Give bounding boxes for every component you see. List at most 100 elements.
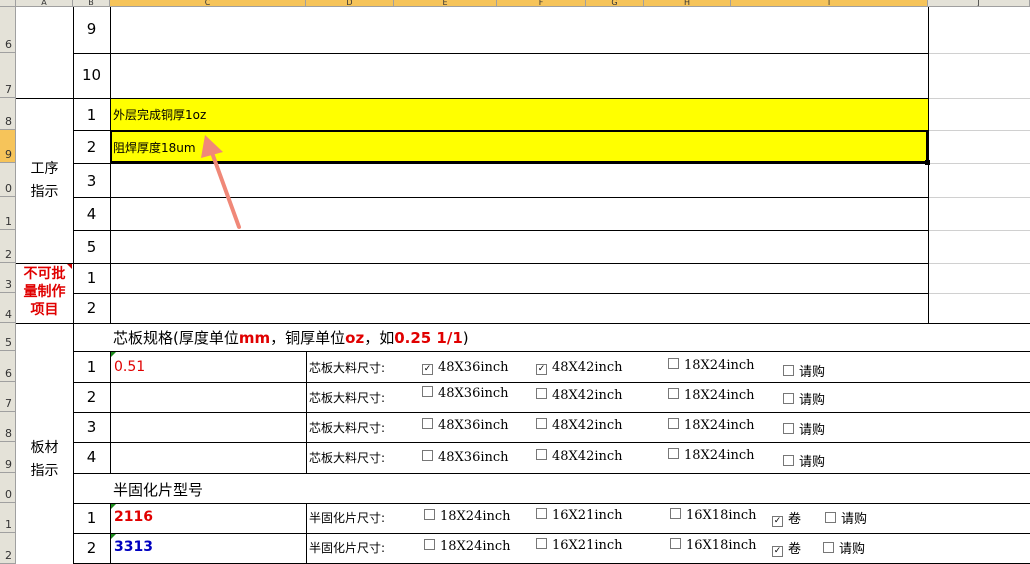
checkbox-icon[interactable] (825, 512, 836, 523)
core-size-label: 芯板大料尺寸: (309, 451, 386, 465)
row-header[interactable]: 0 (0, 473, 16, 503)
process-instruction-1[interactable]: 外层完成铜厚1oz (113, 106, 206, 123)
process-instruction-2[interactable]: 阻焊厚度18um (113, 139, 196, 156)
prepreg-type-value[interactable]: 3313 (114, 539, 153, 555)
checkbox-icon[interactable] (536, 508, 547, 519)
row-header[interactable]: 5 (0, 323, 16, 351)
row-header[interactable]: 3 (0, 263, 16, 293)
row-header[interactable]: 4 (0, 293, 16, 323)
row-number: 1 (86, 358, 97, 376)
row-header[interactable]: 8 (0, 98, 16, 130)
checkbox-48x36[interactable]: 48X36inch (422, 450, 509, 465)
row-header[interactable]: 2 (0, 533, 16, 564)
checkbox-icon[interactable] (783, 393, 794, 404)
checkbox-icon[interactable] (668, 418, 679, 429)
core-size-label: 芯板大料尺寸: (309, 391, 386, 405)
checkbox-icon[interactable] (668, 388, 679, 399)
checkbox-icon[interactable]: ✓ (772, 516, 783, 527)
checkbox-18x24[interactable]: 18X24inch (424, 539, 511, 554)
checkbox-icon[interactable] (536, 538, 547, 549)
checkbox-icon[interactable] (668, 358, 679, 369)
checkbox-icon[interactable] (422, 418, 433, 429)
checkbox-icon[interactable] (670, 538, 681, 549)
checkbox-icon[interactable] (783, 423, 794, 434)
checkbox-icon[interactable] (424, 509, 435, 520)
row-header[interactable]: 1 (0, 503, 16, 533)
core-thickness-value[interactable]: 0.51 (114, 359, 145, 375)
checkbox-purchase[interactable]: 请购 (783, 361, 825, 380)
checkbox-16x18[interactable]: 16X18inch (670, 538, 757, 553)
row-number: 1 (86, 269, 97, 287)
col-header-I[interactable]: I (731, 0, 928, 7)
col-header-D[interactable]: D (306, 0, 394, 7)
comment-indicator[interactable] (67, 264, 72, 269)
checkbox-48x36[interactable]: 48X36inch (422, 386, 509, 401)
checkbox-18x24[interactable]: 18X24inch (668, 448, 755, 463)
checkbox-purchase[interactable]: 请购 (783, 389, 825, 408)
checkbox-48x42[interactable]: 48X42inch (536, 418, 623, 433)
checkbox-icon[interactable] (668, 448, 679, 459)
row-number: 2 (86, 539, 97, 557)
checkbox-48x42[interactable]: 48X42inch (536, 388, 623, 403)
row-header[interactable]: 0 (0, 163, 16, 197)
border (73, 442, 1030, 443)
border (306, 351, 307, 473)
checkbox-icon[interactable] (424, 539, 435, 550)
board-section-label: 板材 指示 (30, 440, 59, 479)
col-header-A[interactable]: A (16, 0, 73, 7)
col-header-C[interactable]: C (110, 0, 306, 7)
checkbox-icon[interactable]: ✓ (422, 364, 433, 375)
col-header-E[interactable]: E (394, 0, 497, 7)
checkbox-18x24[interactable]: 18X24inch (668, 418, 755, 433)
row-number: 2 (86, 388, 97, 406)
checkbox-18x24[interactable]: 18X24inch (424, 509, 511, 524)
row-header[interactable]: 6 (0, 351, 16, 382)
checkbox-icon[interactable]: ✓ (772, 546, 783, 557)
checkbox-16x21[interactable]: 16X21inch (536, 508, 623, 523)
row-header[interactable]: 1 (0, 197, 16, 230)
row-header[interactable]: 2 (0, 230, 16, 263)
checkbox-icon[interactable] (536, 418, 547, 429)
checkbox-purchase[interactable]: 请购 (823, 538, 865, 557)
checkbox-icon[interactable] (670, 508, 681, 519)
row-header[interactable]: 9 (0, 130, 16, 163)
checkbox-icon[interactable] (536, 449, 547, 460)
checkbox-roll[interactable]: ✓ 卷 (772, 538, 801, 557)
checkbox-icon[interactable] (783, 455, 794, 466)
row-header[interactable]: 8 (0, 412, 16, 442)
row-header[interactable]: 9 (0, 442, 16, 473)
checkbox-icon[interactable] (783, 365, 794, 376)
checkbox-18x24[interactable]: 18X24inch (668, 358, 755, 373)
checkbox-48x36[interactable]: ✓ 48X36inch (422, 360, 509, 375)
checkbox-18x24[interactable]: 18X24inch (668, 388, 755, 403)
checkbox-16x18[interactable]: 16X18inch (670, 508, 757, 523)
row-number: 10 (81, 66, 102, 84)
border (73, 53, 928, 54)
row-header[interactable]: 7 (0, 382, 16, 412)
prepreg-type-value[interactable]: 2116 (114, 509, 153, 525)
checkbox-purchase[interactable]: 请购 (783, 451, 825, 470)
checkbox-48x42[interactable]: 48X42inch (536, 449, 623, 464)
checkbox-roll[interactable]: ✓ 卷 (772, 508, 801, 527)
checkbox-icon[interactable] (823, 542, 834, 553)
checkbox-icon[interactable] (536, 388, 547, 399)
row-header[interactable]: 7 (0, 53, 16, 98)
row-header[interactable]: 6 (0, 7, 16, 53)
col-header-H[interactable]: H (644, 0, 731, 7)
checkbox-purchase[interactable]: 请购 (783, 419, 825, 438)
checkbox-48x42[interactable]: ✓ 48X42inch (536, 360, 623, 375)
checkbox-icon[interactable] (422, 386, 433, 397)
col-header-F[interactable]: F (497, 0, 586, 7)
checkbox-icon[interactable] (422, 450, 433, 461)
row-number: 4 (86, 448, 97, 466)
col-header-J[interactable]: J (928, 0, 1030, 7)
checkbox-purchase[interactable]: 请购 (825, 508, 867, 527)
corner-header[interactable] (0, 0, 16, 7)
col-header-B[interactable]: B (73, 0, 110, 7)
fill-handle[interactable] (925, 160, 930, 165)
comment-indicator[interactable] (111, 352, 116, 357)
checkbox-icon[interactable]: ✓ (536, 364, 547, 375)
col-header-G[interactable]: G (586, 0, 644, 7)
checkbox-16x21[interactable]: 16X21inch (536, 538, 623, 553)
checkbox-48x36[interactable]: 48X36inch (422, 418, 509, 433)
